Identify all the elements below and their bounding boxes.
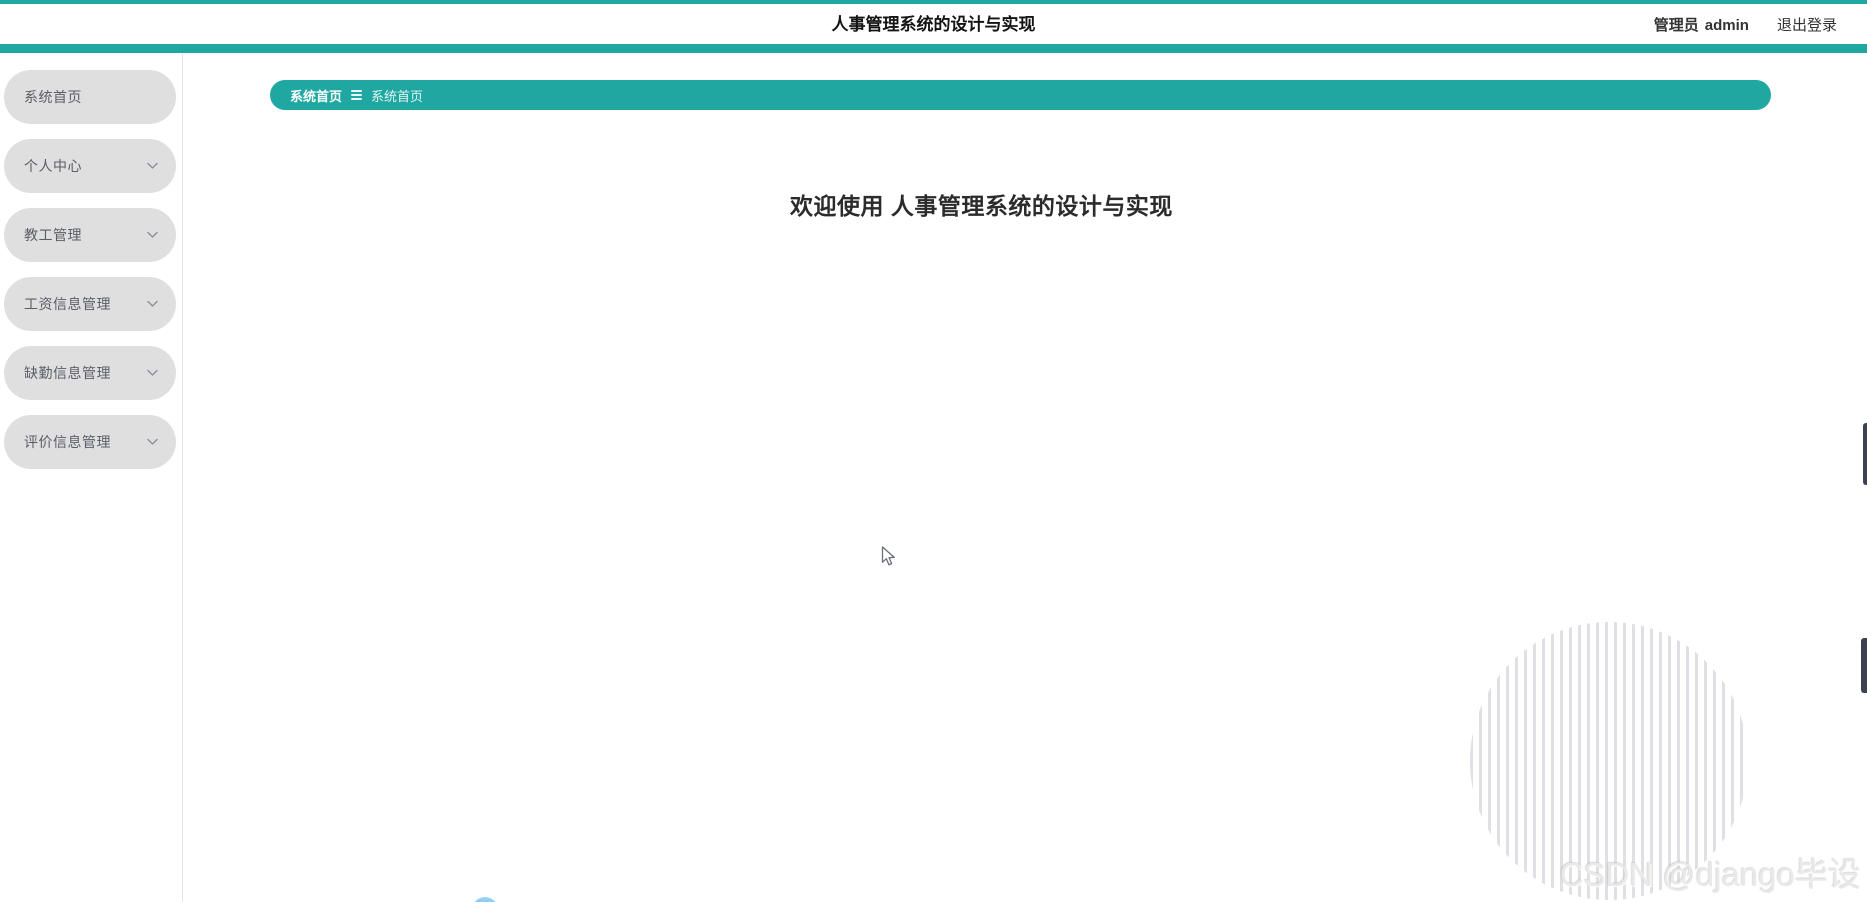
sidebar-item-label: 评价信息管理 bbox=[24, 434, 111, 450]
three-lines-icon bbox=[351, 90, 363, 100]
sidebar-item-evaluation-management[interactable]: 评价信息管理 bbox=[4, 415, 176, 469]
breadcrumb: 系统首页 系统首页 bbox=[270, 80, 1771, 110]
chevron-down-icon bbox=[147, 231, 158, 239]
app-header: 人事管理系统的设计与实现 管理员 admin 退出登录 bbox=[0, 0, 1867, 44]
app-window: 人事管理系统的设计与实现 管理员 admin 退出登录 系统首页 个人中心 教工管… bbox=[0, 0, 1867, 902]
chevron-down-icon bbox=[147, 438, 158, 446]
sidebar-item-salary-management[interactable]: 工资信息管理 bbox=[4, 277, 176, 331]
sidebar-item-label: 个人中心 bbox=[24, 158, 82, 174]
user-role-label: 管理员 bbox=[1653, 16, 1699, 34]
chevron-down-icon bbox=[147, 369, 158, 377]
chevron-down-icon bbox=[147, 300, 158, 308]
welcome-heading: 欢迎使用 人事管理系统的设计与实现 bbox=[790, 193, 1173, 219]
csdn-watermark: CSDN @django毕设 bbox=[1559, 856, 1861, 893]
breadcrumb-item-current: 系统首页 bbox=[371, 88, 424, 104]
sidebar-item-home[interactable]: 系统首页 bbox=[4, 70, 176, 124]
logout-link[interactable]: 退出登录 bbox=[1777, 14, 1837, 35]
sidebar-item-label: 缺勤信息管理 bbox=[24, 365, 111, 381]
header-accent-bar bbox=[0, 44, 1867, 53]
breadcrumb-item-home[interactable]: 系统首页 bbox=[290, 86, 342, 105]
sidebar-item-label: 系统首页 bbox=[24, 89, 82, 105]
sidebar-item-label: 工资信息管理 bbox=[24, 296, 111, 312]
current-user: 管理员 admin bbox=[1654, 14, 1749, 35]
sidebar-item-absence-management[interactable]: 缺勤信息管理 bbox=[4, 346, 176, 400]
page-title: 人事管理系统的设计与实现 bbox=[831, 15, 1036, 34]
username: admin bbox=[1704, 16, 1749, 34]
header-user-area: 管理员 admin 退出登录 bbox=[1654, 4, 1837, 44]
sidebar-item-label: 教工管理 bbox=[24, 227, 82, 243]
sidebar-item-staff-management[interactable]: 教工管理 bbox=[4, 208, 176, 262]
chevron-down-icon bbox=[147, 162, 158, 170]
sidebar: 系统首页 个人中心 教工管理 工资信息管理 缺勤信息管理 评价信息管理 bbox=[0, 53, 183, 902]
arrow-cursor bbox=[881, 546, 898, 574]
side-toolbar-button-lower[interactable] bbox=[1861, 638, 1867, 693]
sidebar-item-personal-center[interactable]: 个人中心 bbox=[4, 139, 176, 193]
side-toolbar-button-upper[interactable] bbox=[1863, 423, 1867, 485]
